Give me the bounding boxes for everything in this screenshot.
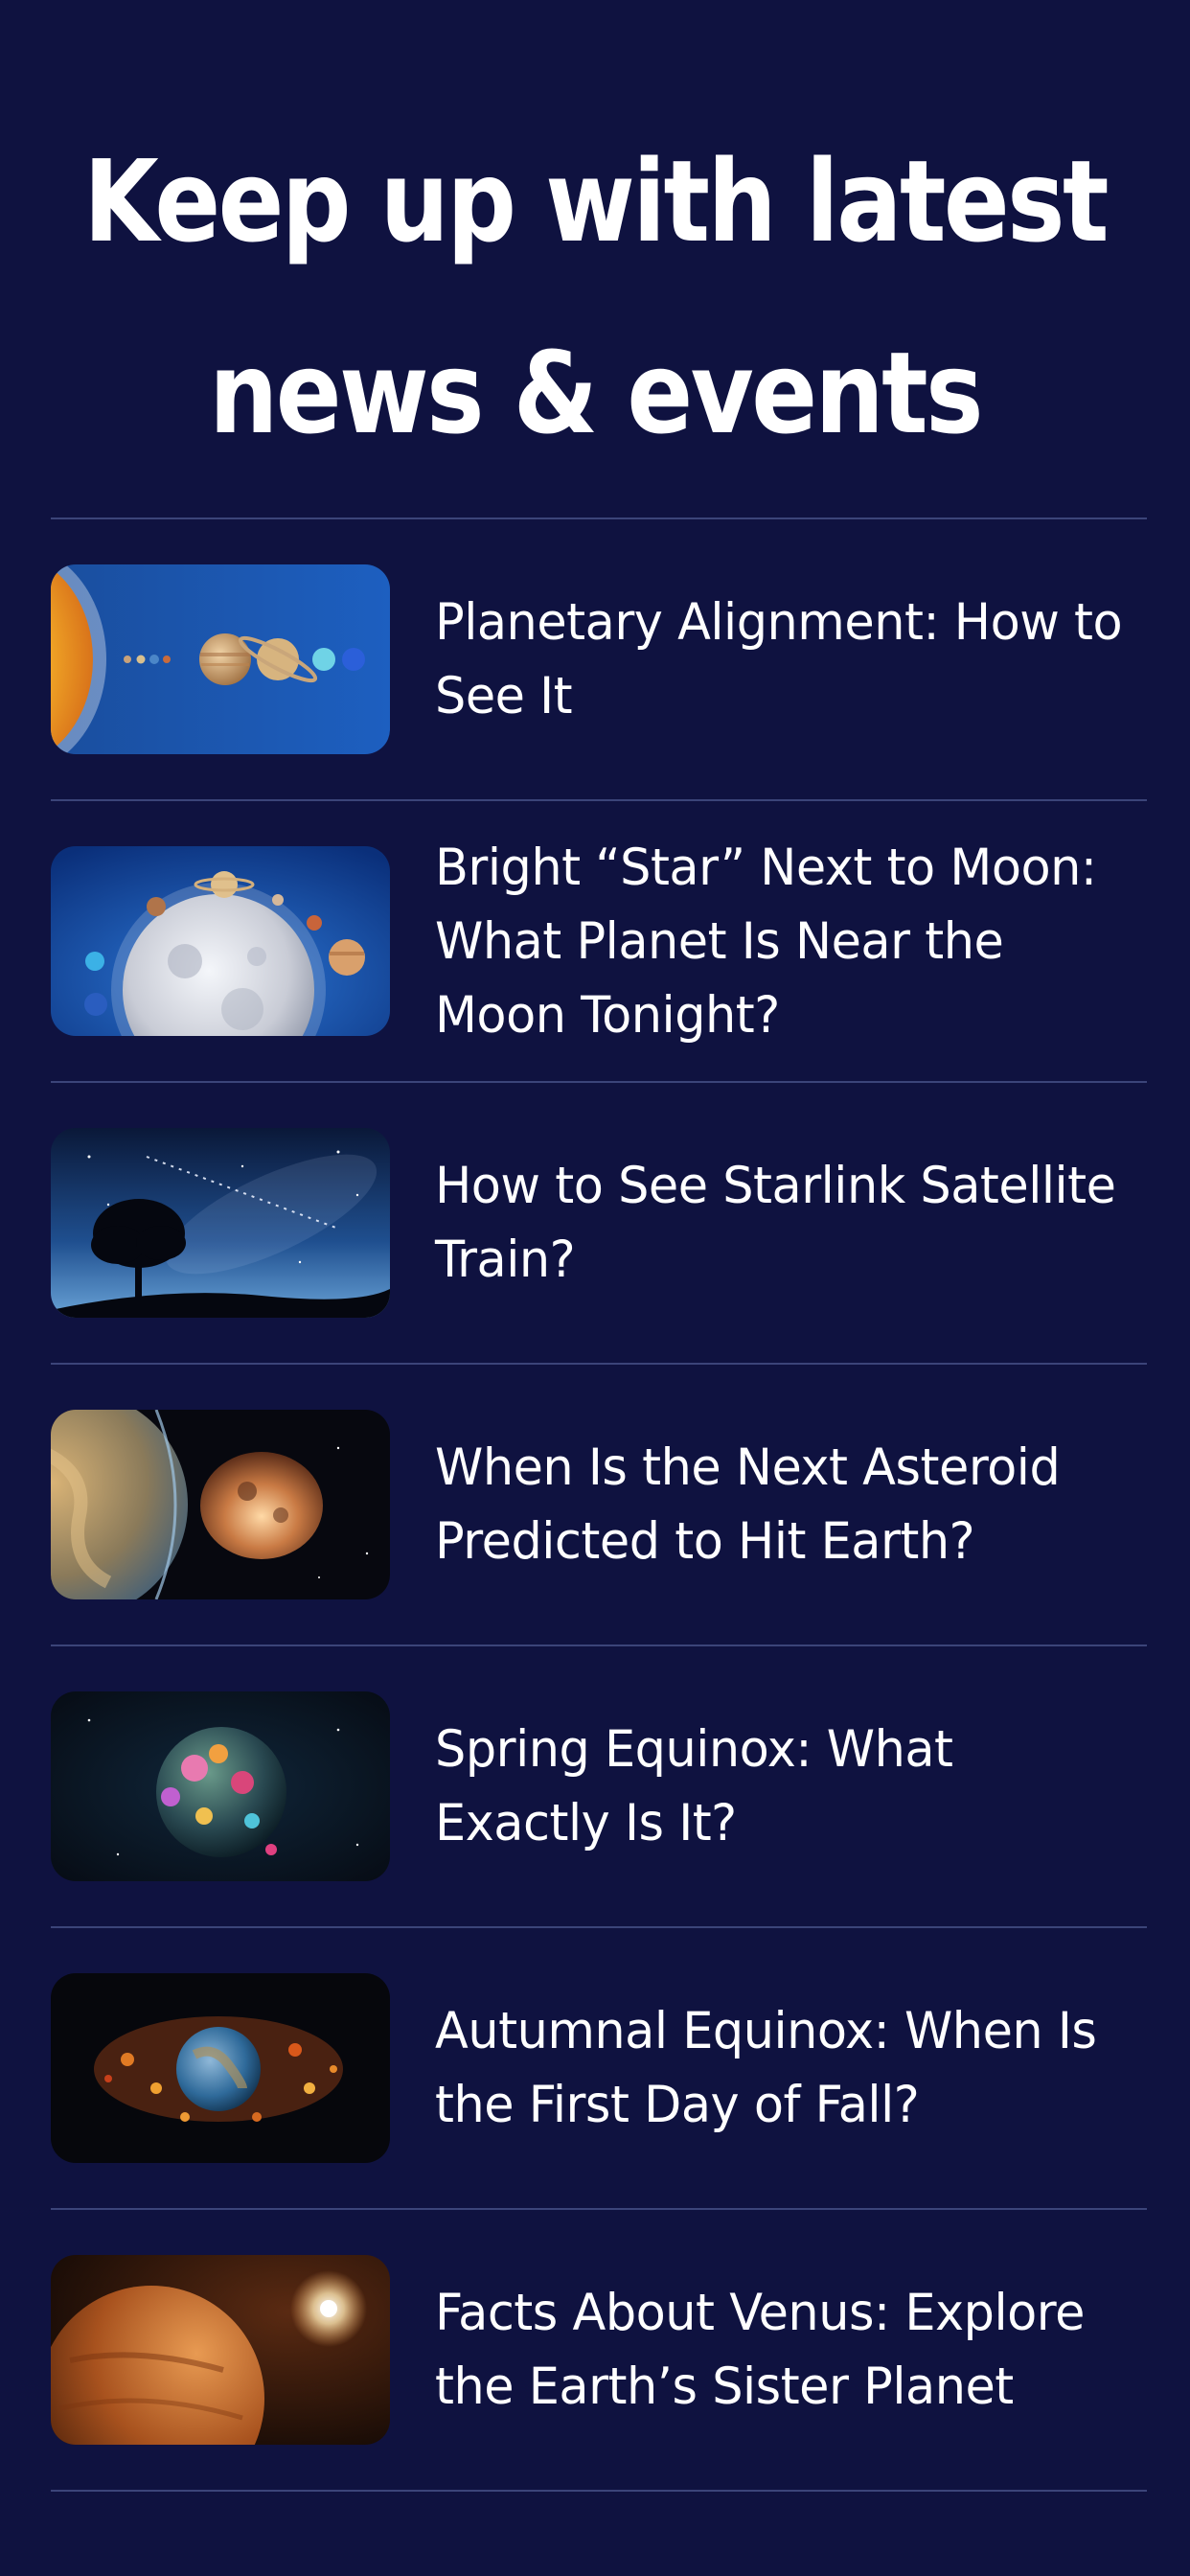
article-title[interactable]: When Is the Next Asteroid Predicted to H… [435, 1364, 1134, 1645]
article-title[interactable]: Facts About Venus: Explore the Earth’s S… [435, 2209, 1134, 2491]
article-title[interactable]: How to See Starlink Satellite Train? [435, 1082, 1134, 1364]
page-title-line-2: news & events [209, 327, 983, 459]
asteroid-earth-image[interactable] [51, 1410, 390, 1599]
starlink-night-sky-image[interactable] [51, 1128, 390, 1318]
planetary-alignment-image[interactable] [51, 564, 390, 754]
autumn-earth-image[interactable] [51, 1973, 390, 2163]
page-title: Keep up with latest news & events [83, 105, 1109, 489]
flower-planet-image[interactable] [51, 1691, 390, 1881]
article-venus-facts[interactable]: Facts About Venus: Explore the Earth’s S… [51, 2209, 1147, 2491]
venus-image[interactable] [51, 2255, 390, 2445]
article-star-next-to-moon[interactable]: Bright “Star” Next to Moon: What Planet … [51, 800, 1147, 1082]
page-header: Keep up with latest news & events [0, 105, 1190, 489]
article-spring-equinox[interactable]: Spring Equinox: What Exactly Is It? [51, 1645, 1147, 1927]
page-title-line-1: Keep up with latest [83, 135, 1109, 267]
article-title[interactable]: Spring Equinox: What Exactly Is It? [435, 1645, 1134, 1927]
article-title[interactable]: Autumnal Equinox: When Is the First Day … [435, 1927, 1134, 2209]
article-asteroid-earth[interactable]: When Is the Next Asteroid Predicted to H… [51, 1364, 1147, 1645]
article-starlink-train[interactable]: How to See Starlink Satellite Train? [51, 1082, 1147, 1364]
article-planetary-alignment[interactable]: Planetary Alignment: How to See It [51, 518, 1147, 800]
moon-and-planets-image[interactable] [51, 846, 390, 1036]
article-title[interactable]: Bright “Star” Next to Moon: What Planet … [435, 800, 1134, 1082]
article-autumnal-equinox[interactable]: Autumnal Equinox: When Is the First Day … [51, 1927, 1147, 2209]
article-title[interactable]: Planetary Alignment: How to See It [435, 518, 1134, 800]
divider [51, 2490, 1147, 2492]
